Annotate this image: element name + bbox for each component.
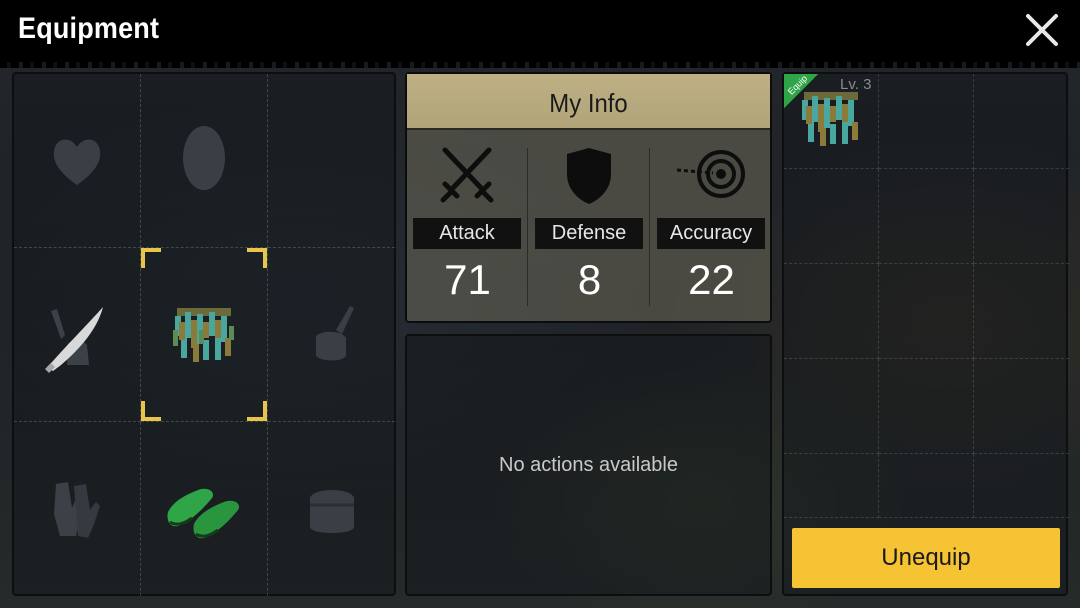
stat-accuracy: Accuracy 22 — [651, 140, 772, 310]
no-actions-message: No actions available — [499, 454, 678, 476]
inventory-slot[interactable] — [879, 359, 974, 454]
slot-bottom-right[interactable] — [268, 422, 395, 596]
slot-top-middle[interactable] — [141, 74, 268, 248]
my-info-panel: My Info Attack 71 Defense 8 Accuracy 22 — [405, 72, 772, 323]
inventory-panel: Equip Lv. 3 Unequip — [782, 72, 1069, 596]
stat-value: 22 — [688, 256, 735, 303]
top-bar: Equipment — [0, 0, 1080, 68]
close-icon[interactable] — [1022, 10, 1062, 50]
green-shoes-icon — [167, 488, 240, 539]
ghillie-skirt-icon — [173, 307, 234, 362]
slot-middle-left[interactable] — [14, 248, 141, 422]
gloves-icon — [54, 482, 100, 538]
offhand-icon — [315, 305, 354, 360]
inventory-slot[interactable] — [879, 169, 974, 264]
crossed-swords-icon — [440, 147, 494, 203]
my-info-header: My Info — [407, 74, 770, 130]
machete-icon — [45, 306, 103, 373]
inventory-slot[interactable] — [784, 454, 879, 518]
inventory-slot[interactable] — [784, 169, 879, 264]
inventory-slot[interactable] — [974, 264, 1069, 359]
inventory-slot[interactable] — [879, 454, 974, 518]
slot-bottom-middle[interactable] — [141, 422, 268, 596]
target-icon — [676, 150, 745, 198]
inventory-slot[interactable]: Equip Lv. 3 — [784, 73, 879, 169]
stat-label: Accuracy — [657, 218, 765, 249]
slot-top-left[interactable] — [14, 74, 141, 248]
my-info-title: My Info — [549, 88, 628, 118]
stat-label: Attack — [413, 218, 521, 249]
heart-icon — [53, 139, 101, 185]
unequip-button[interactable]: Unequip — [792, 528, 1060, 588]
actions-panel: No actions available — [405, 334, 772, 596]
inventory-slot[interactable] — [784, 264, 879, 359]
stat-attack: Attack 71 — [407, 140, 528, 310]
bag-icon — [309, 490, 354, 533]
stat-value: 71 — [444, 256, 491, 303]
head-icon — [183, 125, 225, 190]
inventory-slot[interactable] — [879, 74, 974, 169]
inventory-slot[interactable] — [784, 359, 879, 454]
stat-defense: Defense 8 — [529, 140, 650, 310]
slot-top-right[interactable] — [268, 74, 395, 248]
equipment-grid — [12, 72, 396, 596]
page-title: Equipment — [18, 12, 160, 45]
ghillie-skirt-icon — [802, 92, 858, 146]
inventory-slot[interactable] — [974, 454, 1069, 518]
shield-icon — [567, 148, 611, 204]
inventory-slot[interactable] — [974, 74, 1069, 169]
slot-bottom-left[interactable] — [14, 422, 141, 596]
inventory-slot[interactable] — [974, 359, 1069, 454]
slot-middle-center[interactable] — [141, 248, 268, 422]
slot-middle-right[interactable] — [268, 248, 395, 422]
inventory-slot[interactable] — [879, 264, 974, 359]
stat-value: 8 — [577, 256, 602, 303]
stat-label: Defense — [535, 218, 643, 249]
inventory-slot[interactable] — [974, 169, 1069, 264]
